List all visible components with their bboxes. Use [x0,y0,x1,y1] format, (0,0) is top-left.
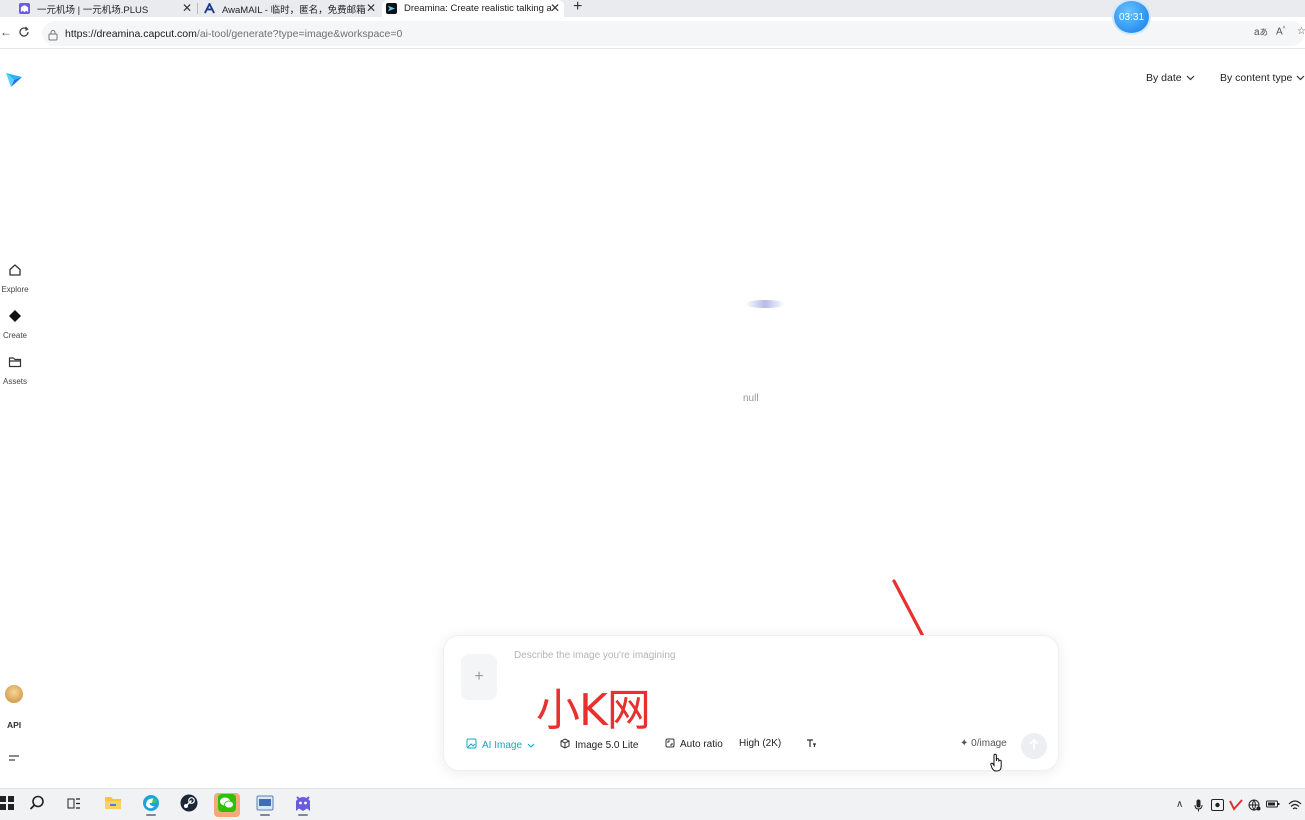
windows-logo-icon [0,795,14,815]
credit-cost-label: 0/image [971,738,1007,749]
favorite-star-icon[interactable]: ☆ [1297,26,1305,37]
close-tab-icon[interactable]: ✕ [182,0,192,16]
read-aloud-icon[interactable]: Aᴬ [1276,26,1285,37]
avatar[interactable] [5,685,23,703]
sidebar-item-create[interactable]: Create [0,309,30,340]
search-icon [29,795,45,816]
new-tab-button[interactable]: + [573,0,582,16]
home-icon [8,263,22,282]
address-bar-row: ← https://dreamina.capcut.com/ai-tool/ge… [0,17,1305,49]
quality-select[interactable]: High (2K) [739,738,781,749]
tab-title: AwaMAIL - 临时，匿名，免费邮箱 [222,4,366,16]
wifi-icon[interactable] [1288,799,1302,814]
taskbar-steam[interactable] [176,793,202,817]
close-tab-icon[interactable]: ✕ [550,0,560,16]
hand-cursor-icon [990,753,1004,778]
chevron-down-icon [1296,72,1305,84]
chevron-up-icon[interactable]: ∧ [1176,799,1183,810]
running-indicator [146,814,156,816]
model-label: Image 5.0 Lite [575,739,639,751]
sidebar-item-explore[interactable]: Explore [0,263,30,294]
taskbar-wechat[interactable] [214,793,240,817]
tab-divider [197,3,198,14]
tab-awamail[interactable]: AwaMAIL - 临时，匿名，免费邮箱 ✕ [200,0,380,17]
sidebar-item-label: Explore [1,285,29,294]
taskbar-file-explorer[interactable] [100,793,126,817]
prompt-input[interactable] [514,650,994,661]
generate-button[interactable] [1021,733,1047,759]
api-link[interactable]: API [7,720,21,730]
start-button[interactable] [0,793,20,817]
search-button[interactable] [24,793,50,817]
watermark-text: 小K网 [536,685,651,736]
ratio-label: Auto ratio [680,739,723,750]
tab-title: Dreamina: Create realistic talking a [404,3,552,14]
menu-icon[interactable] [8,750,20,768]
battery-icon[interactable] [1266,799,1280,812]
image-icon [466,738,477,752]
tab-yiyuan[interactable]: 一元机场 | 一元机场.PLUS ✕ [0,0,196,17]
sidebar-item-label: Assets [2,377,27,386]
recording-timer-badge: 03:31 [1114,1,1149,33]
quality-label: High (2K) [739,738,782,749]
sidebar-item-assets[interactable]: Assets [0,355,30,386]
tab-title: 一元机场 | 一元机场.PLUS [37,4,149,16]
folder-icon [104,795,122,815]
arrow-up-icon [1029,737,1039,755]
chevron-down-icon [1186,72,1195,84]
mode-label: AI Image [482,739,523,751]
sort-by-content-type-dropdown[interactable]: By content type [1220,72,1305,84]
text-format-icon [806,738,817,751]
dreamina-logo-icon[interactable] [5,70,23,93]
awamail-favicon-icon [204,3,215,14]
mode-select-ai-image[interactable]: AI Image [466,738,535,752]
lock-icon [48,28,58,40]
chevron-down-icon [527,740,535,751]
taskbar-app-window[interactable] [252,793,278,817]
task-view-button[interactable] [61,793,87,817]
url-text: https://dreamina.capcut.com/ai-tool/gene… [65,28,402,40]
text-format-button[interactable] [806,738,817,751]
diamond-icon [8,309,22,328]
ratio-icon [665,738,675,751]
sort-by-date-label: By date [1146,72,1182,84]
sort-by-date-dropdown[interactable]: By date [1146,72,1195,84]
url-field[interactable]: https://dreamina.capcut.com/ai-tool/gene… [42,21,1304,46]
running-indicator [260,814,270,816]
folder-icon [8,355,22,374]
running-indicator [298,814,308,816]
app-window-icon [256,795,274,816]
reload-icon[interactable] [18,25,30,43]
sort-by-content-type-label: By content type [1220,72,1293,84]
cube-icon [560,738,570,752]
browser-tab-strip: 一元机场 | 一元机场.PLUS ✕ AwaMAIL - 临时，匿名，免费邮箱 … [0,0,1305,17]
loading-indicator [745,300,785,308]
url-path: /ai-tool/generate?type=image&workspace=0 [196,27,403,40]
windows-taskbar: ∧ [0,788,1305,820]
wechat-icon [218,793,236,817]
model-select[interactable]: Image 5.0 Lite [560,738,638,752]
add-reference-image-button[interactable]: + [461,654,497,700]
tab-dreamina[interactable]: Dreamina: Create realistic talking a ✕ [382,0,564,17]
aspect-ratio-select[interactable]: Auto ratio [665,738,723,751]
microphone-icon[interactable] [1194,799,1203,815]
taskbar-edge[interactable] [138,793,164,817]
shield-check-icon[interactable] [1229,799,1243,814]
sparkle-icon: ✦ [960,738,969,749]
credit-cost: ✦ 0/image [960,738,1007,749]
close-tab-icon[interactable]: ✕ [366,0,376,16]
dreamina-favicon-icon [386,3,397,14]
cat-ghost-favicon-icon [19,3,30,14]
empty-state-text: null [743,393,759,404]
translate-icon[interactable]: aあ [1254,26,1268,38]
taskbar-clash[interactable] [290,793,316,817]
network-globe-icon[interactable] [1248,799,1261,814]
prompt-panel: + 小K网 AI Image Image 5.0 Lite Auto ratio… [443,635,1059,771]
url-host: https://dreamina.capcut.com [65,27,197,40]
back-arrow-icon[interactable]: ← [0,25,12,39]
steam-icon [180,794,198,817]
task-view-icon [67,796,81,815]
sidebar-item-label: Create [2,331,27,340]
screenshot-tool-icon[interactable] [1211,799,1224,814]
